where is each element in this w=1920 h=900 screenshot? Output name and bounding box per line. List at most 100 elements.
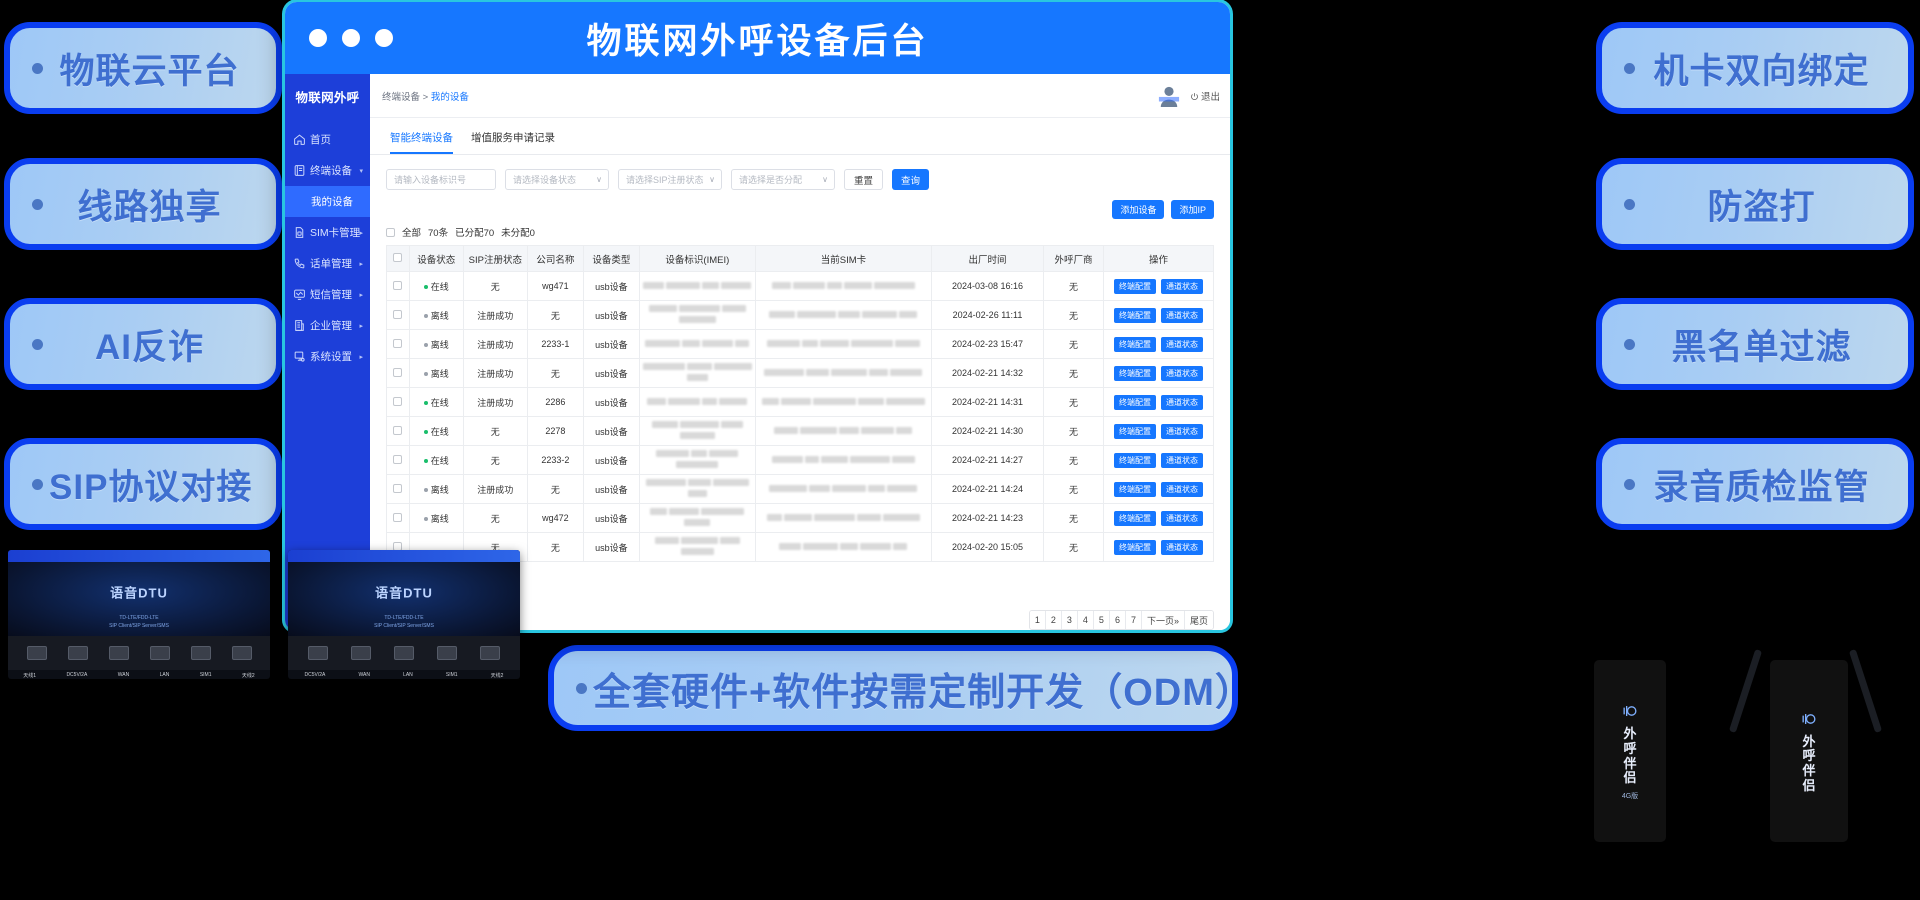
sidebar-item-system-settings[interactable]: 系统设置 ▸ [285, 341, 370, 372]
row-checkbox[interactable] [393, 280, 403, 290]
channel-status-button[interactable]: 通道状态 [1161, 336, 1204, 352]
terminal-config-button[interactable]: 终端配置 [1114, 365, 1157, 381]
cell-vendor: 无 [1042, 300, 1105, 330]
table-row[interactable]: 离线 注册成功无 usb设备 2024-02-26 11:11 无终端配置 通道状态 [386, 300, 1214, 330]
row-checkbox[interactable] [393, 309, 403, 319]
add-ip-button[interactable]: 添加IP [1171, 200, 1214, 219]
redacted-block [774, 426, 799, 434]
terminal-config-button[interactable]: 终端配置 [1114, 481, 1157, 497]
row-checkbox[interactable] [393, 483, 403, 493]
channel-status-button[interactable]: 通道状态 [1161, 481, 1204, 497]
cell-made-time: 2024-03-08 16:16 [931, 271, 1044, 301]
row-checkbox[interactable] [393, 425, 403, 435]
th-imei: 设备标识(IMEI) [638, 245, 756, 272]
pagination-list[interactable]: 1 2 3 4 5 6 7 下一页» 尾页 [1028, 610, 1214, 630]
pagination-item[interactable]: 7 [1125, 611, 1142, 629]
feature-label: 防盗打 [1707, 187, 1816, 227]
cell-imei [638, 329, 756, 359]
row-checkbox[interactable] [393, 367, 403, 377]
terminal-config-button[interactable]: 终端配置 [1114, 423, 1157, 439]
pagination-item[interactable]: 6 [1109, 611, 1126, 629]
window-maximize-dot-icon[interactable] [375, 29, 393, 47]
sidebar-item-sms-management[interactable]: 短信管理 ▸ [285, 279, 370, 310]
channel-status-button[interactable]: 通道状态 [1161, 452, 1204, 468]
pagination-item[interactable]: 1 [1029, 611, 1046, 629]
sidebar-item-label: 首页 [310, 134, 331, 146]
row-checkbox[interactable] [393, 396, 403, 406]
pagination-item[interactable]: 下一页» [1141, 611, 1185, 629]
logout-button[interactable]: 退出 [1190, 89, 1220, 103]
table-row[interactable]: 离线无 wg472 usb设备 2024-02-21 14:23 无终端配置 通道状态 [386, 503, 1214, 533]
sidebar-item-home[interactable]: 首页 [285, 124, 370, 155]
assigned-select[interactable]: 请选择是否分配 ∨ [731, 169, 835, 190]
table-row[interactable]: 在线无 wg471 usb设备 2024-03-08 16:16 无终端配置 通道状态 [386, 271, 1214, 301]
port-label: DC5V/2A [66, 672, 88, 678]
header-select-all-checkbox[interactable] [393, 252, 403, 262]
channel-status-button[interactable]: 通道状态 [1161, 365, 1204, 381]
table-row[interactable]: 离线 注册成功 2233-1 usb设备 2024-02-23 15:47 无终端配置 通道… [386, 329, 1214, 359]
add-device-button[interactable]: 添加设备 [1112, 200, 1165, 219]
table-row[interactable]: 离线 注册成功无 usb设备 2024-02-21 14:24 无终端配置 通道状态 [386, 474, 1214, 504]
breadcrumb-current[interactable]: 我的设备 [431, 92, 469, 103]
chevron-down-icon: ∨ [709, 175, 715, 184]
pagination-item[interactable]: 2 [1045, 611, 1062, 629]
filter-bar: 请输入设备标识号 请选择设备状态 ∨ 请选择SIP注册状态 ∨ 请选择是否分配 … [370, 155, 1230, 198]
port-power-icon [67, 646, 88, 660]
terminal-config-button[interactable]: 终端配置 [1114, 394, 1157, 410]
tab-smart-terminal-device[interactable]: 智能终端设备 [390, 130, 453, 154]
row-checkbox-cell [386, 271, 410, 301]
search-button[interactable]: 查询 [892, 169, 930, 190]
redacted-block [735, 339, 750, 347]
sidebar-item-company-management[interactable]: 企业管理 ▸ [285, 310, 370, 341]
window-traffic-lights[interactable] [309, 29, 393, 47]
terminal-config-button[interactable]: 终端配置 [1114, 452, 1157, 468]
terminal-config-button[interactable]: 终端配置 [1114, 336, 1157, 352]
pagination-item[interactable]: 尾页 [1184, 611, 1213, 629]
channel-status-button[interactable]: 通道状态 [1161, 510, 1204, 526]
channel-status-button[interactable]: 通道状态 [1161, 423, 1204, 439]
sidebar-item-sim-management[interactable]: SIM卡管理 ▸ [285, 217, 370, 248]
redacted-block [684, 519, 711, 526]
sidebar-item-my-device[interactable]: 我的设备 [285, 186, 370, 217]
table-row[interactable]: 在线 注册成功 2286 usb设备 2024-02-21 14:31 无终端配置 通道状态 [386, 387, 1214, 417]
summary-row: 全部 70条 已分配70 未分配0 [370, 225, 1230, 245]
terminal-config-button[interactable]: 终端配置 [1114, 307, 1157, 323]
sidebar-item-label: 系统设置 [310, 351, 352, 363]
channel-status-button[interactable]: 通道状态 [1161, 539, 1204, 555]
sidebar-item-terminal-device[interactable]: 终端设备 ▾ [285, 155, 370, 186]
terminal-config-button[interactable]: 终端配置 [1114, 510, 1157, 526]
feature-label: 线路独享 [77, 187, 222, 227]
select-all-checkbox[interactable] [386, 227, 395, 237]
table-row[interactable]: 离线 注册成功无 usb设备 2024-02-21 14:32 无终端配置 通道状态 [386, 358, 1214, 388]
redacted-block [849, 455, 890, 463]
pagination-item[interactable]: 4 [1077, 611, 1094, 629]
sidebar-item-call-records[interactable]: 话单管理 ▸ [285, 248, 370, 279]
device-status-select[interactable]: 请选择设备状态 ∨ [505, 169, 609, 190]
cell-current-sim [754, 387, 933, 417]
reset-button[interactable]: 重置 [844, 169, 884, 190]
dtu-face: 语音DTU TD-LTE/FDD-LTE SIP Client/SIP Serve… [8, 562, 270, 636]
terminal-config-button[interactable]: 终端配置 [1114, 278, 1157, 294]
device-id-input[interactable]: 请输入设备标识号 [386, 169, 496, 190]
row-checkbox[interactable] [393, 338, 403, 348]
channel-status-button[interactable]: 通道状态 [1161, 394, 1204, 410]
pagination-item[interactable]: 5 [1093, 611, 1110, 629]
table-row[interactable]: 在线无 2278 usb设备 2024-02-21 14:30 无终端配置 通道状态 [386, 416, 1214, 446]
row-checkbox-cell [386, 387, 410, 417]
window-close-dot-icon[interactable] [309, 29, 327, 47]
sip-status-select[interactable]: 请选择SIP注册状态 ∨ [618, 169, 722, 190]
dtu-face: 语音DTU TD-LTE/FDD-LTE SIP Client/SIP Serve… [288, 562, 520, 636]
user-avatar-icon[interactable] [1158, 84, 1180, 108]
row-checkbox[interactable] [393, 454, 403, 464]
window-minimize-dot-icon[interactable] [342, 29, 360, 47]
row-checkbox[interactable] [393, 512, 403, 522]
pagination-item[interactable]: 3 [1061, 611, 1078, 629]
table-row[interactable]: 在线无 2233-2 usb设备 2024-02-21 14:27 无终端配置 通道状态 [386, 445, 1214, 475]
terminal-config-button[interactable]: 终端配置 [1114, 539, 1157, 555]
tab-value-added-service-records[interactable]: 增值服务申请记录 [471, 130, 555, 154]
channel-status-button[interactable]: 通道状态 [1161, 278, 1204, 294]
feature-label: SIP协议对接 [49, 467, 253, 507]
cell-operations: 终端配置 通道状态 [1103, 300, 1214, 330]
channel-status-button[interactable]: 通道状态 [1161, 307, 1204, 323]
cell-device-type: usb设备 [582, 416, 640, 446]
